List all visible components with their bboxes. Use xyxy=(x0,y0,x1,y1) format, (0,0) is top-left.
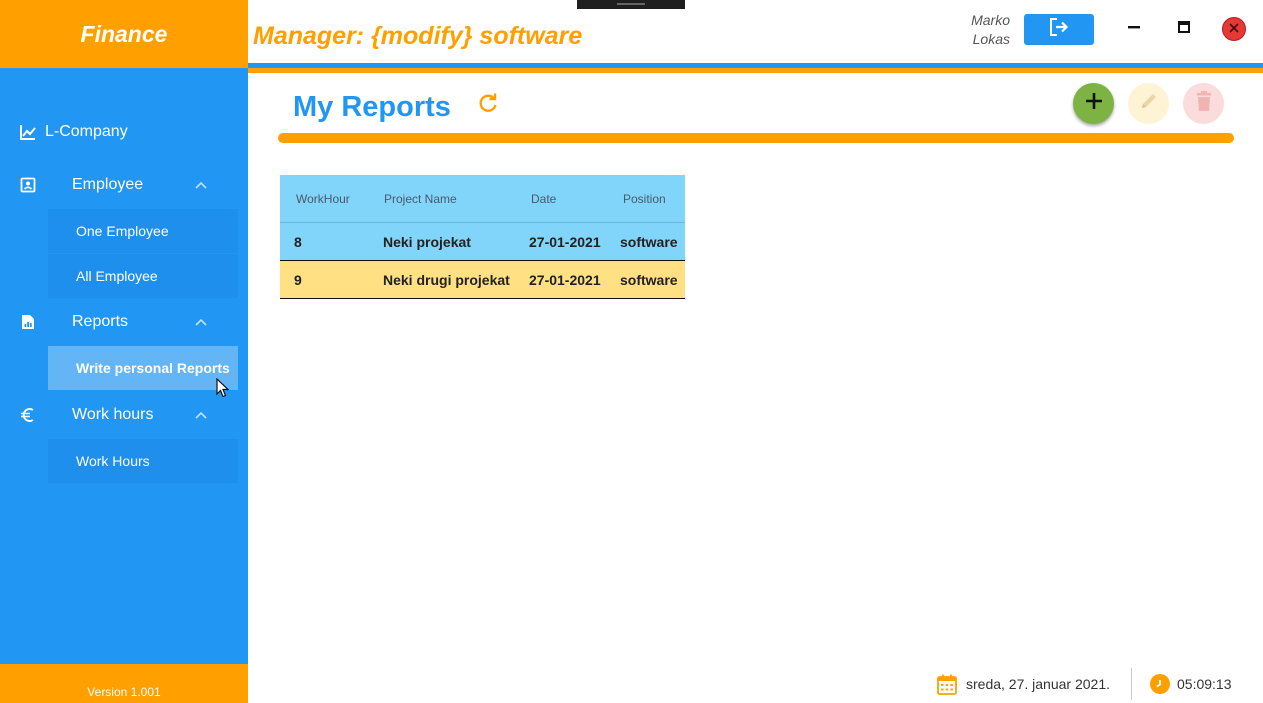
refresh-button[interactable] xyxy=(476,93,500,120)
status-time-text: 05:09:13 xyxy=(1177,676,1232,692)
status-time: 05:09:13 xyxy=(1150,674,1232,694)
brand-title: Finance xyxy=(80,20,168,47)
edit-report-button[interactable] xyxy=(1128,83,1169,124)
user-name: Marko Lokas xyxy=(960,11,1010,49)
version-label: Version 1.001 xyxy=(0,664,248,703)
cell-workhour: 9 xyxy=(294,271,302,288)
close-button[interactable] xyxy=(1222,17,1246,41)
chevron-up-icon xyxy=(194,178,208,192)
header-divider-orange xyxy=(248,68,1263,73)
sidebar-item-all-employee[interactable]: All Employee xyxy=(48,254,238,298)
sidebar-item-write-personal-reports[interactable]: Write personal Reports xyxy=(48,346,238,390)
footer-divider xyxy=(1131,668,1132,700)
minimize-icon xyxy=(1128,20,1140,38)
reports-table: WorkHour Project Name Date Position 8 Ne… xyxy=(280,175,685,299)
cell-project-name: Neki projekat xyxy=(383,233,471,250)
sidebar-group-label: Employee xyxy=(72,176,144,193)
user-first-name: Marko xyxy=(971,12,1010,28)
sidebar-group-work-hours[interactable]: Work hours xyxy=(0,395,248,435)
sidebar-item-one-employee[interactable]: One Employee xyxy=(48,209,238,253)
sidebar-group-label: Work hours xyxy=(72,406,154,423)
sidebar-group-employee[interactable]: Employee xyxy=(0,165,248,205)
cell-position: software xyxy=(620,233,678,250)
table-row[interactable]: 9 Neki drugi projekat 27-01-2021 softwar… xyxy=(280,261,685,299)
cell-position: software xyxy=(620,271,678,288)
add-report-button[interactable] xyxy=(1073,83,1114,124)
app-title: Manager: {modify} software xyxy=(253,22,583,50)
window-drag-handle[interactable] xyxy=(577,0,685,9)
user-last-name: Lokas xyxy=(972,31,1010,47)
euro-icon xyxy=(18,405,38,425)
title-underline xyxy=(278,133,1234,143)
logout-button[interactable] xyxy=(1024,14,1094,45)
app-window: Finance L-Company Employee One Employee … xyxy=(0,0,1263,703)
clock-icon xyxy=(1150,674,1170,694)
chart-icon xyxy=(18,122,38,142)
sidebar-group-label: Reports xyxy=(72,313,129,330)
brand-header: Finance xyxy=(0,0,248,68)
maximize-button[interactable] xyxy=(1173,18,1195,40)
column-header-workhour[interactable]: WorkHour xyxy=(280,192,368,206)
maximize-icon xyxy=(1178,20,1190,38)
sidebar-company[interactable]: L-Company xyxy=(18,122,128,142)
delete-report-button[interactable] xyxy=(1183,83,1224,124)
column-header-project-name[interactable]: Project Name xyxy=(368,192,514,206)
table-row[interactable]: 8 Neki projekat 27-01-2021 software xyxy=(280,223,685,261)
report-file-icon xyxy=(18,312,38,332)
column-header-position[interactable]: Position xyxy=(608,192,685,206)
column-header-date[interactable]: Date xyxy=(514,192,608,206)
status-date: sreda, 27. januar 2021. xyxy=(937,673,1110,695)
minimize-button[interactable] xyxy=(1123,18,1145,40)
chevron-up-icon xyxy=(194,315,208,329)
sidebar-item-label: One Employee xyxy=(76,223,169,239)
cell-project-name: Neki drugi projekat xyxy=(383,271,510,288)
sidebar: Finance L-Company Employee One Employee … xyxy=(0,0,248,703)
close-icon xyxy=(1229,20,1239,38)
table-header: WorkHour Project Name Date Position xyxy=(280,175,685,223)
sidebar-item-label: Write personal Reports xyxy=(76,360,230,376)
sidebar-company-label: L-Company xyxy=(45,123,128,140)
cell-date: 27-01-2021 xyxy=(529,271,601,288)
sidebar-item-label: All Employee xyxy=(76,268,158,284)
page-title: My Reports xyxy=(293,91,451,123)
status-date-text: sreda, 27. januar 2021. xyxy=(966,676,1110,692)
sidebar-item-work-hours[interactable]: Work Hours xyxy=(48,439,238,483)
cell-workhour: 8 xyxy=(294,233,302,250)
calendar-icon xyxy=(937,673,957,695)
refresh-icon xyxy=(477,93,499,120)
cell-date: 27-01-2021 xyxy=(529,233,601,250)
pencil-icon xyxy=(1138,90,1160,117)
trash-icon xyxy=(1195,90,1213,117)
mouse-cursor-icon xyxy=(216,377,230,398)
plus-icon xyxy=(1084,91,1104,116)
sidebar-group-reports[interactable]: Reports xyxy=(0,302,248,342)
sidebar-item-label: Work Hours xyxy=(76,453,150,469)
chevron-up-icon xyxy=(194,408,208,422)
contact-card-icon xyxy=(18,175,38,195)
logout-icon xyxy=(1048,17,1070,42)
